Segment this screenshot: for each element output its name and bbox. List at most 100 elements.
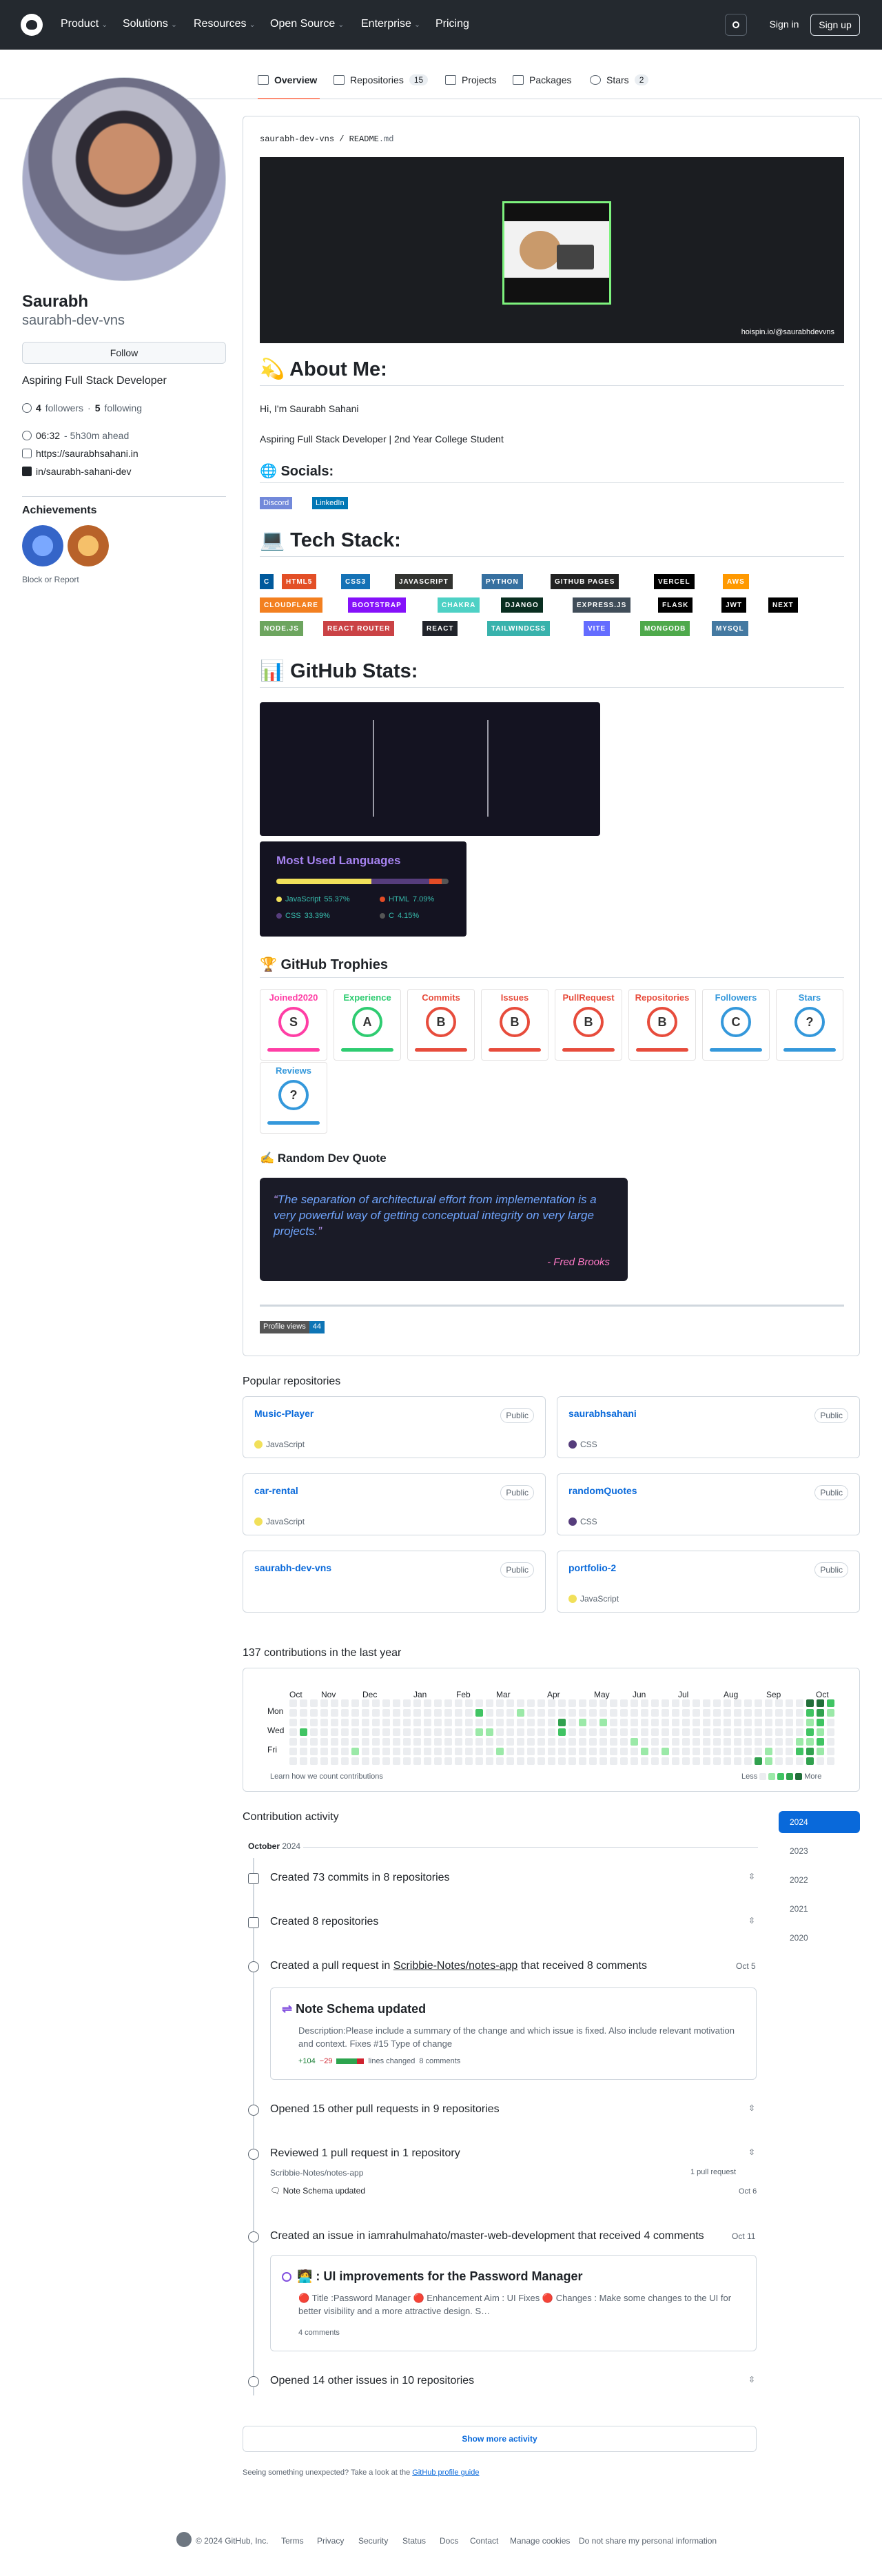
contribution-cell[interactable]: [413, 1699, 421, 1707]
contribution-cell[interactable]: [786, 1709, 793, 1717]
collapse-icon[interactable]: ⇳: [748, 2147, 755, 2157]
contribution-cell[interactable]: [331, 1699, 338, 1707]
contribution-cell[interactable]: [703, 1719, 710, 1726]
contribution-cell[interactable]: [289, 1738, 297, 1746]
contribution-cell[interactable]: [641, 1699, 648, 1707]
contribution-cell[interactable]: [496, 1748, 504, 1755]
contribution-cell[interactable]: [579, 1757, 586, 1765]
footer-link[interactable]: Status: [402, 2536, 426, 2546]
contribution-cell[interactable]: [403, 1699, 411, 1707]
linkedin-link[interactable]: in/saurabh-sahani-dev: [36, 466, 132, 477]
year-2024-button[interactable]: 2024: [779, 1811, 860, 1833]
contribution-cell[interactable]: [703, 1709, 710, 1717]
contribution-cell[interactable]: [827, 1699, 834, 1707]
contribution-cell[interactable]: [682, 1757, 690, 1765]
contribution-cell[interactable]: [393, 1728, 400, 1736]
contribution-cell[interactable]: [444, 1699, 452, 1707]
contribution-cell[interactable]: [320, 1757, 328, 1765]
year-2021-button[interactable]: 2021: [779, 1898, 860, 1920]
contribution-cell[interactable]: [300, 1699, 307, 1707]
contribution-cell[interactable]: [300, 1757, 307, 1765]
contribution-cell[interactable]: [434, 1748, 442, 1755]
contribution-cell[interactable]: [351, 1719, 359, 1726]
sign-in-link[interactable]: Sign in: [758, 14, 810, 36]
followers-count[interactable]: 4: [36, 402, 41, 413]
contribution-cell[interactable]: [579, 1709, 586, 1717]
contribution-cell[interactable]: [744, 1748, 752, 1755]
footer-link[interactable]: Terms: [281, 2536, 304, 2546]
year-2023-button[interactable]: 2023: [779, 1840, 860, 1862]
contribution-cell[interactable]: [310, 1709, 318, 1717]
repo-name-link[interactable]: saurabhsahani: [568, 1408, 637, 1419]
contribution-cell[interactable]: [289, 1757, 297, 1765]
contribution-cell[interactable]: [786, 1748, 793, 1755]
contribution-cell[interactable]: [362, 1719, 369, 1726]
contribution-cell[interactable]: [651, 1757, 659, 1765]
contribution-cell[interactable]: [651, 1738, 659, 1746]
trophy-card[interactable]: Commits B: [407, 989, 475, 1061]
contribution-cell[interactable]: [765, 1719, 772, 1726]
contribution-cell[interactable]: [630, 1738, 638, 1746]
contribution-cell[interactable]: [320, 1719, 328, 1726]
contribution-cell[interactable]: [806, 1748, 814, 1755]
trophy-card[interactable]: Issues B: [481, 989, 548, 1061]
avatar[interactable]: [22, 77, 226, 281]
sign-up-button[interactable]: Sign up: [810, 14, 860, 36]
contribution-cell[interactable]: [537, 1748, 545, 1755]
contribution-cell[interactable]: [382, 1709, 390, 1717]
activity-issue-created[interactable]: Created an issue in iamrahulmahato/maste…: [270, 2230, 704, 2242]
contribution-cell[interactable]: [517, 1757, 524, 1765]
contribution-cell[interactable]: [693, 1709, 700, 1717]
contribution-cell[interactable]: [506, 1719, 514, 1726]
contribution-cell[interactable]: [775, 1699, 783, 1707]
contribution-cell[interactable]: [403, 1719, 411, 1726]
contribution-cell[interactable]: [734, 1748, 741, 1755]
github-logo-icon[interactable]: [21, 14, 43, 36]
contribution-cell[interactable]: [475, 1738, 483, 1746]
contribution-cell[interactable]: [651, 1728, 659, 1736]
contribution-cell[interactable]: [620, 1728, 628, 1736]
contribution-cell[interactable]: [796, 1728, 803, 1736]
contribution-cell[interactable]: [599, 1748, 607, 1755]
contribution-cell[interactable]: [289, 1728, 297, 1736]
contribution-cell[interactable]: [300, 1748, 307, 1755]
contribution-cell[interactable]: [382, 1728, 390, 1736]
trophy-card[interactable]: PullRequest B: [555, 989, 622, 1061]
contribution-cell[interactable]: [558, 1728, 566, 1736]
contribution-cell[interactable]: [351, 1738, 359, 1746]
contribution-cell[interactable]: [630, 1699, 638, 1707]
contribution-cell[interactable]: [806, 1719, 814, 1726]
contribution-cell[interactable]: [682, 1738, 690, 1746]
trophy-card[interactable]: Experience A: [334, 989, 401, 1061]
contribution-cell[interactable]: [806, 1699, 814, 1707]
contribution-cell[interactable]: [568, 1738, 576, 1746]
contribution-cell[interactable]: [527, 1709, 535, 1717]
following-count[interactable]: 5: [95, 402, 101, 413]
repo-name-link[interactable]: randomQuotes: [568, 1485, 637, 1496]
footer-link[interactable]: Security: [358, 2536, 388, 2546]
contribution-cell[interactable]: [651, 1709, 659, 1717]
nav-resources[interactable]: Resources ⌄: [194, 18, 256, 30]
contribution-cell[interactable]: [537, 1699, 545, 1707]
contribution-cell[interactable]: [548, 1709, 555, 1717]
contribution-cell[interactable]: [641, 1757, 648, 1765]
contribution-cell[interactable]: [620, 1757, 628, 1765]
contribution-cell[interactable]: [641, 1738, 648, 1746]
contribution-cell[interactable]: [486, 1738, 493, 1746]
contribution-cell[interactable]: [537, 1719, 545, 1726]
contribution-cell[interactable]: [517, 1699, 524, 1707]
contribution-cell[interactable]: [310, 1699, 318, 1707]
contribution-cell[interactable]: [548, 1738, 555, 1746]
contribution-cell[interactable]: [620, 1738, 628, 1746]
contribution-cell[interactable]: [548, 1719, 555, 1726]
contribution-cell[interactable]: [610, 1738, 617, 1746]
contribution-cell[interactable]: [672, 1728, 679, 1736]
contribution-cell[interactable]: [724, 1728, 731, 1736]
contribution-cell[interactable]: [662, 1738, 669, 1746]
followers-label[interactable]: followers: [45, 402, 83, 413]
contribution-cell[interactable]: [693, 1738, 700, 1746]
contribution-cell[interactable]: [713, 1738, 721, 1746]
contribution-cell[interactable]: [289, 1748, 297, 1755]
contribution-cell[interactable]: [517, 1728, 524, 1736]
contribution-cell[interactable]: [310, 1748, 318, 1755]
